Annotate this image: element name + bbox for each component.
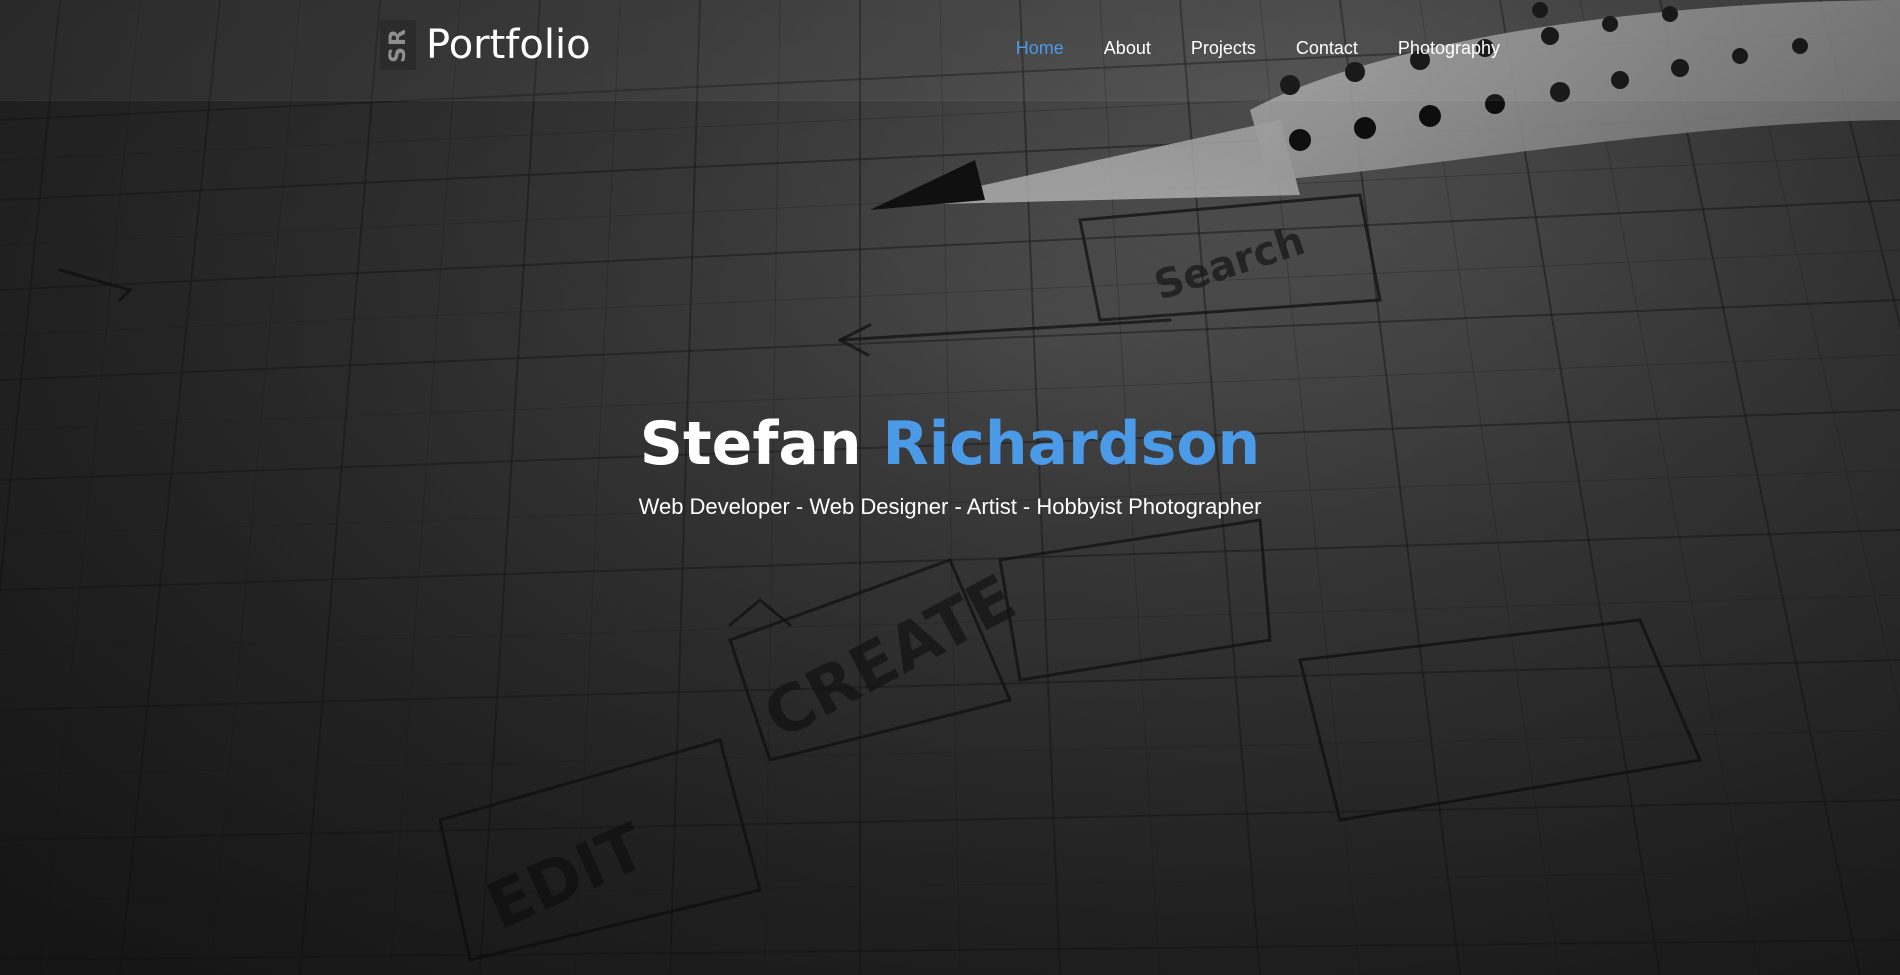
nav-link-projects[interactable]: Projects: [1191, 38, 1256, 58]
nav-link-photography[interactable]: Photography: [1398, 38, 1500, 58]
nav-item-home: Home: [1016, 38, 1064, 59]
nav-item-photography: Photography: [1398, 38, 1500, 59]
nav-item-contact: Contact: [1296, 38, 1358, 59]
hero-section: Stefan Richardson Web Developer - Web De…: [0, 408, 1900, 520]
brand-logo-link[interactable]: SR Portfolio: [380, 19, 591, 71]
hero-title: Stefan Richardson: [0, 408, 1900, 480]
page: CREATE EDIT Search: [0, 0, 1900, 975]
nav-item-about: About: [1104, 38, 1151, 59]
navbar: SR Portfolio Home About Projects Contact…: [0, 0, 1900, 101]
main-navigation: Home About Projects Contact Photography: [976, 38, 1500, 59]
hero-tagline: Web Developer - Web Designer - Artist - …: [638, 494, 1262, 519]
nav-link-contact[interactable]: Contact: [1296, 38, 1358, 58]
nav-link-about[interactable]: About: [1104, 38, 1151, 58]
hero-first-name: Stefan: [639, 409, 862, 479]
nav-item-projects: Projects: [1191, 38, 1256, 59]
brand-name: Portfolio: [426, 22, 591, 68]
hero-last-name: Richardson: [882, 409, 1261, 479]
brand-monogram: SR: [380, 20, 416, 70]
nav-link-home[interactable]: Home: [1016, 38, 1064, 58]
brand-monogram-text: SR: [385, 27, 411, 63]
